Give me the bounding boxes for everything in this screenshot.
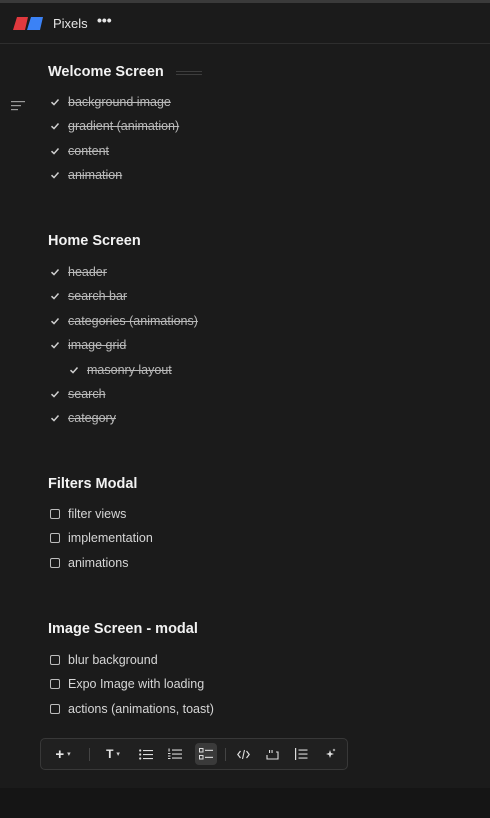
checkbox[interactable]: [50, 703, 60, 714]
checklist-item-label: animations: [68, 555, 129, 570]
chevron-down-icon: ▾: [116, 751, 120, 758]
checklist-item[interactable]: animation: [48, 165, 122, 185]
checkmark-icon[interactable]: [49, 120, 61, 132]
plus-icon: +: [55, 745, 65, 763]
checklist-item-label: animation: [68, 168, 123, 183]
checkbox[interactable]: [50, 557, 60, 568]
checklist-item-label: category: [68, 411, 116, 426]
indent-icon: [294, 748, 307, 760]
text-style-button[interactable]: T ▾: [101, 739, 125, 769]
checklist-item[interactable]: implementation: [48, 528, 153, 548]
text-icon: T: [106, 747, 114, 761]
bullet-list-button[interactable]: [137, 739, 155, 769]
checkmark-icon[interactable]: [49, 315, 61, 327]
checklist-item-label: background image: [68, 95, 171, 109]
checklist-item[interactable]: Expo Image with loading: [48, 674, 204, 694]
page-title[interactable]: Pixels: [53, 16, 88, 31]
checkmark-icon[interactable]: [49, 388, 61, 400]
checkmark-icon[interactable]: [49, 145, 61, 157]
checklist-item[interactable]: filter views: [48, 504, 126, 524]
checklist-item[interactable]: header: [48, 262, 107, 282]
toolbar-divider: [225, 748, 226, 761]
bullet-list-icon: [139, 748, 153, 760]
checklist-item-label: blur background: [68, 653, 158, 667]
checkmark-icon[interactable]: [49, 339, 61, 351]
checklist-item-label: search bar: [68, 289, 128, 304]
checklist-item-label: categories (animations): [68, 313, 198, 328]
checkmark-icon[interactable]: [49, 290, 61, 302]
checklist-item-label: header: [68, 265, 107, 279]
checklist-item-label: image grid: [68, 338, 127, 353]
checklist-item-label: content: [68, 143, 110, 158]
checklist-item[interactable]: search: [48, 384, 106, 404]
page-header: Pixels •••: [0, 3, 490, 44]
checklist-icon: [199, 748, 213, 760]
checklist-item-label: Expo Image with loading: [68, 677, 205, 692]
checklist-item[interactable]: background image: [48, 92, 171, 112]
checklist-item[interactable]: image grid: [48, 335, 126, 355]
checklist-item[interactable]: content: [48, 141, 109, 161]
numbered-list-icon: [168, 748, 182, 759]
checkmark-icon[interactable]: [49, 96, 61, 108]
checkmark-icon[interactable]: [49, 412, 61, 424]
numbered-list-button[interactable]: [166, 739, 184, 769]
checklist-item-label: search: [68, 387, 106, 401]
checklist-item[interactable]: gradient (animation): [48, 116, 179, 136]
checklist-item[interactable]: categories (animations): [48, 311, 198, 331]
quote-button[interactable]: [263, 739, 281, 769]
more-options-button[interactable]: •••: [97, 12, 112, 28]
outline-toggle-icon[interactable]: [11, 101, 25, 111]
editor-toolbar: + ▾ T ▾: [40, 738, 348, 770]
checklist-button[interactable]: [195, 743, 217, 765]
section-heading: Filters Modal: [48, 476, 138, 492]
section-heading: Home Screen: [48, 233, 141, 249]
ai-assist-button[interactable]: [321, 739, 339, 769]
indent-button[interactable]: [292, 739, 310, 769]
code-icon: [236, 749, 250, 759]
checklist-item[interactable]: masonry layout: [67, 360, 172, 380]
checkbox[interactable]: [50, 533, 60, 544]
chevron-down-icon: ▾: [67, 751, 71, 758]
heading-indicator-icon: [176, 71, 202, 75]
section-heading: Image Screen - modal: [48, 621, 198, 637]
checklist-item-label: actions (animations, toast): [68, 701, 214, 716]
checkmark-icon[interactable]: [49, 169, 61, 181]
checklist-item[interactable]: category: [48, 408, 116, 428]
checklist-item[interactable]: search bar: [48, 286, 127, 306]
checklist-item[interactable]: animations: [48, 553, 128, 573]
sparkle-icon: [326, 748, 336, 758]
code-button[interactable]: [234, 739, 252, 769]
bottom-panel: [0, 788, 490, 818]
checkbox[interactable]: [50, 679, 60, 690]
checkbox[interactable]: [50, 509, 60, 519]
checklist-item-label: filter views: [68, 507, 127, 521]
checklist-item[interactable]: blur background: [48, 650, 158, 670]
checklist-item-label: masonry layout: [87, 362, 172, 377]
checklist-item[interactable]: actions (animations, toast): [48, 699, 214, 719]
section-heading: Welcome Screen: [48, 64, 164, 80]
app-logo-icon: [13, 17, 43, 30]
toolbar-divider: [89, 748, 90, 761]
add-block-button[interactable]: + ▾: [49, 739, 77, 769]
checklist-item-label: implementation: [68, 531, 153, 546]
checkmark-icon[interactable]: [49, 266, 61, 278]
checkbox[interactable]: [50, 655, 60, 665]
checkmark-icon[interactable]: [68, 364, 80, 376]
checklist-item-label: gradient (animation): [68, 119, 180, 134]
quote-icon: [265, 749, 279, 760]
